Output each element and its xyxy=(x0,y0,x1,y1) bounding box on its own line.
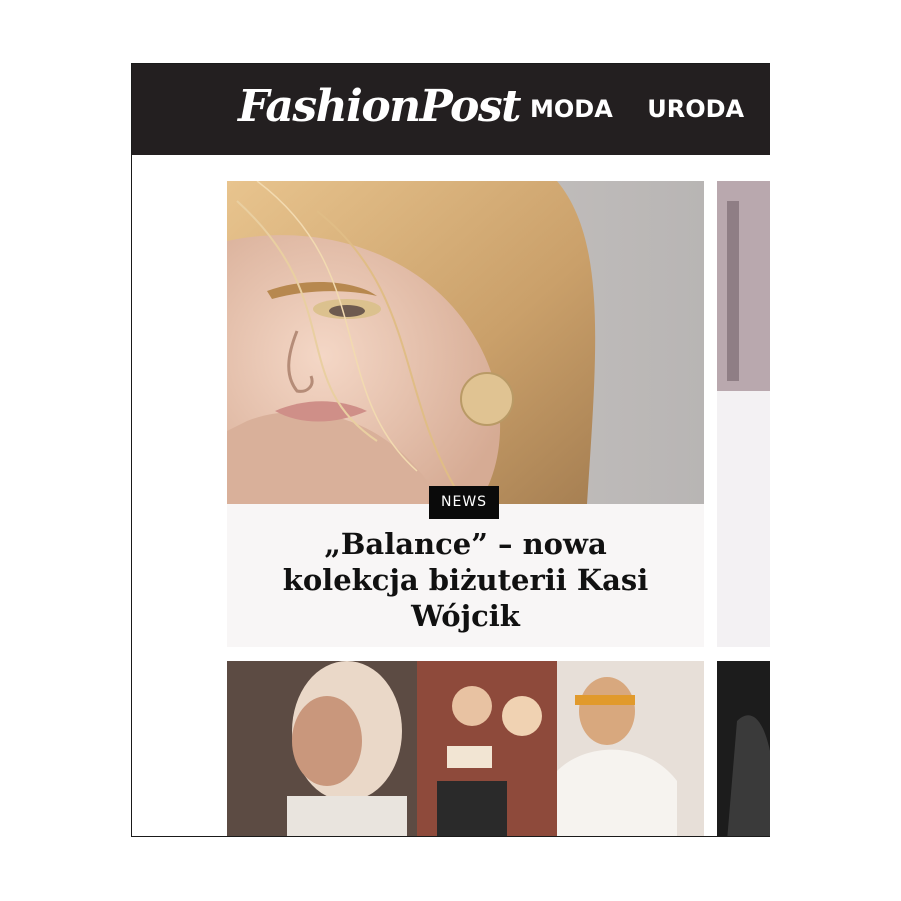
article-card-partial[interactable] xyxy=(717,661,770,837)
browser-viewport: FashionPost MODA URODA Z xyxy=(131,63,770,837)
nav-item-uroda[interactable]: URODA xyxy=(647,94,744,124)
category-badge[interactable]: NEWS xyxy=(429,486,500,519)
site-header: FashionPost MODA URODA Z xyxy=(132,64,770,155)
article-image-collage[interactable] xyxy=(227,661,704,837)
featured-article-caption: NEWS „Balance” – nowa kolekcja biżuterii… xyxy=(227,486,704,647)
nav-item-moda[interactable]: MODA xyxy=(530,94,613,124)
article-image-partial[interactable] xyxy=(717,661,770,837)
featured-article-image[interactable] xyxy=(227,181,704,504)
article-card-collage[interactable] xyxy=(227,661,704,837)
site-logo[interactable]: FashionPost xyxy=(238,82,522,132)
main-nav: MODA URODA Z xyxy=(530,94,770,124)
featured-article-title[interactable]: „Balance” – nowa kolekcja biżuterii Kasi… xyxy=(267,526,664,634)
secondary-article-card[interactable] xyxy=(717,181,770,647)
secondary-article-image[interactable] xyxy=(717,181,770,647)
featured-article-card[interactable]: NEWS „Balance” – nowa kolekcja biżuterii… xyxy=(227,181,704,647)
